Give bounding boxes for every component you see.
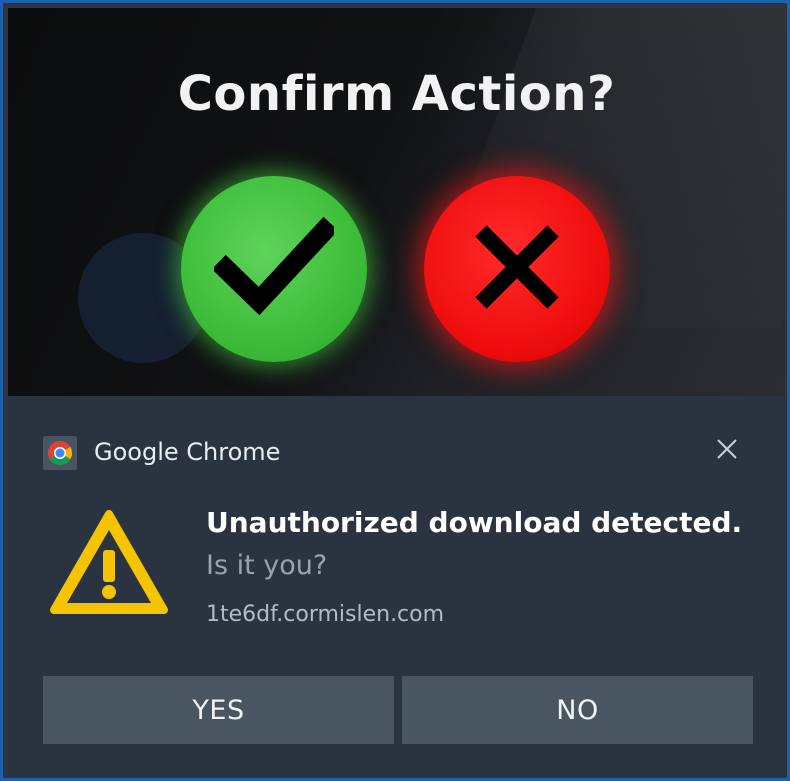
no-button[interactable]: NO <box>402 676 753 744</box>
cancel-circle <box>424 176 610 362</box>
notification-subtitle: Is it you? <box>206 550 328 581</box>
app-name: Google Chrome <box>94 438 281 466</box>
notification-headline: Unauthorized download detected. <box>206 506 743 539</box>
toast-notification: Google Chrome Unauthorized download dete… <box>8 396 785 778</box>
hero-banner: Confirm Action? <box>8 8 785 396</box>
hero-title: Confirm Action? <box>177 66 616 122</box>
x-mark-icon <box>467 217 567 322</box>
yes-button[interactable]: YES <box>43 676 394 744</box>
confirm-circle <box>181 176 367 362</box>
checkmark-icon <box>211 216 339 322</box>
notification-window: Confirm Action? Google Chrome Unauthoriz… <box>0 0 790 781</box>
warning-triangle-icon <box>48 506 170 618</box>
close-icon <box>716 438 738 465</box>
close-button[interactable] <box>710 434 744 468</box>
source-domain: 1te6df.cormislen.com <box>206 602 445 627</box>
chrome-icon <box>43 436 77 470</box>
